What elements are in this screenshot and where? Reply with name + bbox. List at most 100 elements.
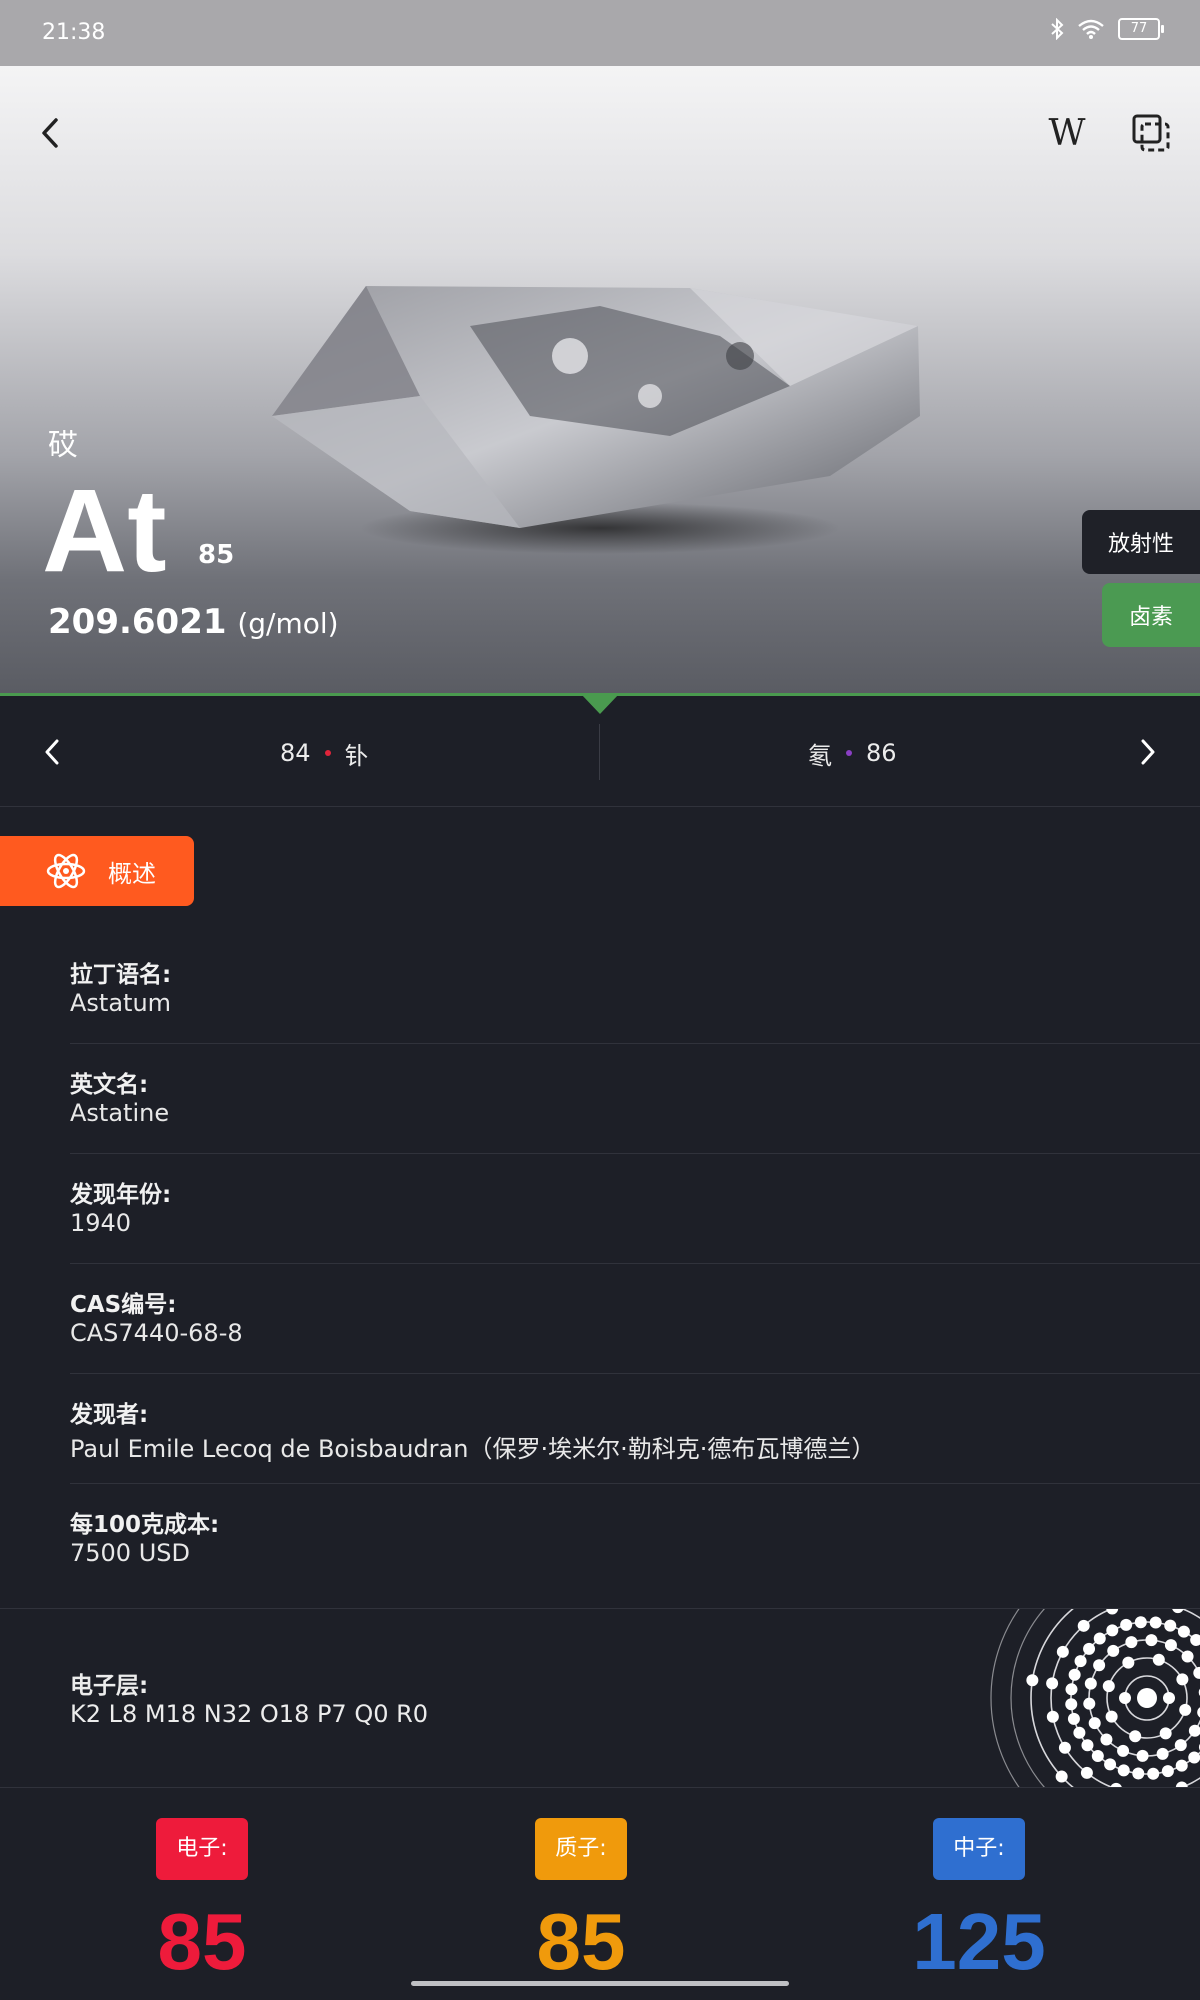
electron-dot [1077, 1619, 1090, 1632]
electron-dot [1172, 1609, 1184, 1614]
status-bar: 21:38 77 [0, 0, 1200, 66]
info-value: Paul Emile Lecoq de Boisbaudran（保罗·埃米尔·勒… [70, 1435, 876, 1463]
electron-dot [1177, 1625, 1190, 1638]
electron-dot [1125, 1636, 1138, 1649]
nav-divider [599, 724, 600, 780]
electron-dot [1149, 1616, 1162, 1629]
info-label: 发现者: [70, 1402, 149, 1428]
electron-dot [1091, 1749, 1104, 1762]
tab-overview-label: 概述 [108, 859, 156, 888]
electron-dot [1188, 1751, 1200, 1764]
electron-dot [1065, 1683, 1078, 1696]
electron-dot [1093, 1632, 1106, 1645]
electron-dot [1176, 1673, 1189, 1686]
chevron-left-icon [45, 739, 59, 765]
atomic-mass-unit: (g/mol) [237, 607, 339, 640]
electron-dot [1080, 1766, 1093, 1779]
electron-shell-diagram [990, 1609, 1200, 1787]
electron-dot [1107, 1644, 1120, 1657]
electron-dot [1074, 1655, 1087, 1668]
electron-dot [1181, 1650, 1194, 1663]
next-element-number: 86 [866, 739, 897, 767]
neutron-count: 中子: 125 [849, 1818, 1109, 1988]
electron-dot [1117, 1744, 1130, 1757]
tag-radioactive[interactable]: 放射性 [1082, 510, 1200, 574]
electron-dot [1055, 1770, 1068, 1783]
electron-dot [1129, 1730, 1142, 1743]
electron-dot [1081, 1739, 1094, 1752]
chevron-left-icon [42, 118, 58, 148]
electron-dot [1084, 1677, 1097, 1690]
electron-dot [1088, 1717, 1101, 1730]
info-label: 英文名: [70, 1072, 149, 1098]
neutron-count-badge: 中子: [933, 1818, 1025, 1880]
info-value: Astatum [70, 989, 172, 1017]
info-row-latin-name: 拉丁语名: Astatum [70, 933, 1200, 1044]
electron-dot [1156, 1747, 1169, 1760]
atomic-mass: 209.6021 (g/mol) [48, 602, 339, 642]
electron-dot [1083, 1642, 1096, 1655]
next-element[interactable]: 氡 86 [808, 736, 1008, 770]
electron-dot [1119, 1692, 1131, 1704]
proton-count: 质子: 85 [451, 1818, 711, 1988]
electron-dot [1100, 1733, 1113, 1746]
battery-indicator: 77 [1118, 18, 1164, 40]
info-label: CAS编号: [70, 1292, 177, 1318]
home-indicator[interactable] [411, 1981, 789, 1986]
nucleus-dot [1137, 1688, 1157, 1708]
electron-dot [1102, 1680, 1115, 1693]
electron-dot [1152, 1653, 1165, 1666]
electron-dot [1174, 1739, 1187, 1752]
prev-element-name: 钋 [344, 741, 369, 770]
electron-dot [1132, 1767, 1145, 1780]
tag-halogen[interactable]: 卤素 [1102, 583, 1200, 647]
info-value: Astatine [70, 1099, 170, 1127]
electron-dot [1104, 1758, 1117, 1771]
element-chinese-name: 砹 [48, 428, 78, 463]
info-label: 每100克成本: [70, 1512, 220, 1538]
atom-icon [46, 853, 86, 889]
info-row-discoverer: 发现者: Paul Emile Lecoq de Boisbaudran（保罗·… [70, 1373, 1200, 1484]
electron-dot [1136, 1749, 1149, 1762]
neutron-count-value: 125 [912, 1897, 1046, 1986]
element-sample-image [272, 286, 920, 554]
chevron-right-icon [1141, 739, 1155, 765]
electron-count-value: 85 [157, 1897, 247, 1986]
info-label: 发现年份: [70, 1182, 172, 1208]
status-icons: 77 [1050, 18, 1164, 40]
element-navigation [0, 696, 1200, 807]
copy-button[interactable] [1128, 108, 1174, 158]
electron-dot [1067, 1712, 1080, 1725]
element-hero: W 砹 At 85 209.6021 (g/mol) 放射性 卤素 [0, 66, 1200, 693]
bluetooth-icon [1051, 18, 1064, 40]
next-element-arrow[interactable] [1132, 732, 1164, 772]
tab-overview[interactable]: 概述 [0, 836, 194, 906]
electron-dot [1175, 1781, 1188, 1787]
prev-element[interactable]: 84 钋 [280, 736, 480, 770]
electron-dot [1179, 1703, 1192, 1716]
wikipedia-button[interactable]: W [1044, 108, 1090, 158]
info-row-cas-number: CAS编号: CAS7440-68-8 [70, 1263, 1200, 1374]
element-symbol: At [42, 465, 167, 597]
electron-dot [1164, 1639, 1177, 1652]
electron-dot [1188, 1724, 1200, 1737]
electron-dot [1093, 1659, 1106, 1672]
back-button[interactable] [28, 108, 72, 158]
info-value: 1940 [70, 1209, 132, 1237]
next-element-dot [846, 750, 852, 756]
atomic-mass-value: 209.6021 [48, 602, 227, 642]
electron-dot [1159, 1727, 1172, 1740]
electron-dot [1065, 1698, 1078, 1711]
status-time: 21:38 [42, 20, 106, 45]
info-row-english-name: 英文名: Astatine [70, 1043, 1200, 1154]
electron-dot [1117, 1764, 1130, 1777]
electron-dot [1145, 1634, 1158, 1647]
next-element-name: 氡 [808, 741, 832, 770]
electron-dot [1106, 1624, 1119, 1637]
electron-dot [1105, 1710, 1118, 1723]
info-value: 7500 USD [70, 1539, 190, 1567]
prev-element-number: 84 [280, 739, 311, 767]
prev-element-arrow[interactable] [36, 732, 68, 772]
proton-count-value: 85 [536, 1897, 626, 1986]
electron-dot [1106, 1609, 1119, 1615]
